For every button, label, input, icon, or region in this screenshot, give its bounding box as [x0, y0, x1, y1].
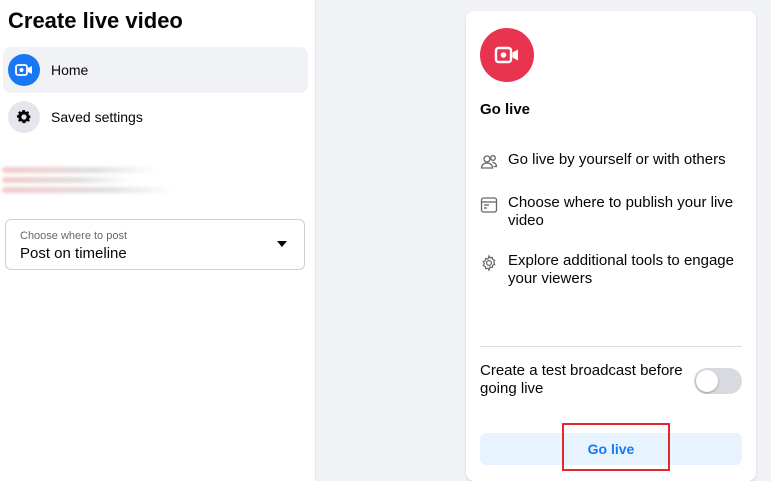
page-title: Create live video	[8, 8, 183, 33]
sidebar-item-label: Saved settings	[51, 109, 143, 125]
card-title: Go live	[480, 101, 531, 118]
go-live-card: Go live Go live by yourself or with othe…	[466, 11, 756, 481]
gear-icon	[480, 254, 498, 272]
select-value: Post on timeline	[20, 245, 127, 262]
feature-text: Explore additional tools to engage your …	[508, 252, 734, 287]
feature-item: Go live by yourself or with others	[480, 151, 750, 171]
live-camera-icon	[8, 54, 40, 86]
caret-down-icon	[277, 241, 287, 247]
highlight-annotation-box	[562, 423, 670, 471]
test-broadcast-toggle[interactable]	[694, 368, 742, 394]
select-caption: Choose where to post	[20, 230, 128, 242]
sidebar-item-home[interactable]: Home	[3, 47, 308, 93]
sidebar-item-label: Home	[51, 62, 89, 78]
redacted-profile-line	[2, 187, 174, 193]
live-video-icon	[480, 28, 534, 82]
sidebar-item-saved-settings[interactable]: Saved settings	[3, 94, 308, 140]
gear-icon	[8, 101, 40, 133]
redacted-profile-line	[2, 167, 157, 173]
test-broadcast-row: Create a test broadcast before going liv…	[480, 362, 750, 398]
people-icon	[480, 153, 498, 171]
toggle-knob	[696, 370, 718, 392]
feature-text: Choose where to publish your live video	[508, 194, 734, 229]
feature-text: Go live by yourself or with others	[508, 151, 726, 168]
test-broadcast-label: Create a test broadcast before going liv…	[480, 362, 683, 397]
browser-window-icon	[480, 196, 498, 214]
choose-where-to-post-select[interactable]: Choose where to post Post on timeline	[5, 219, 305, 270]
divider	[480, 346, 742, 347]
feature-item: Explore additional tools to engage your …	[480, 252, 750, 288]
redacted-profile-line	[2, 177, 132, 183]
sidebar: Create live video Home Saved settings Ch…	[0, 0, 316, 481]
feature-item: Choose where to publish your live video	[480, 194, 750, 230]
